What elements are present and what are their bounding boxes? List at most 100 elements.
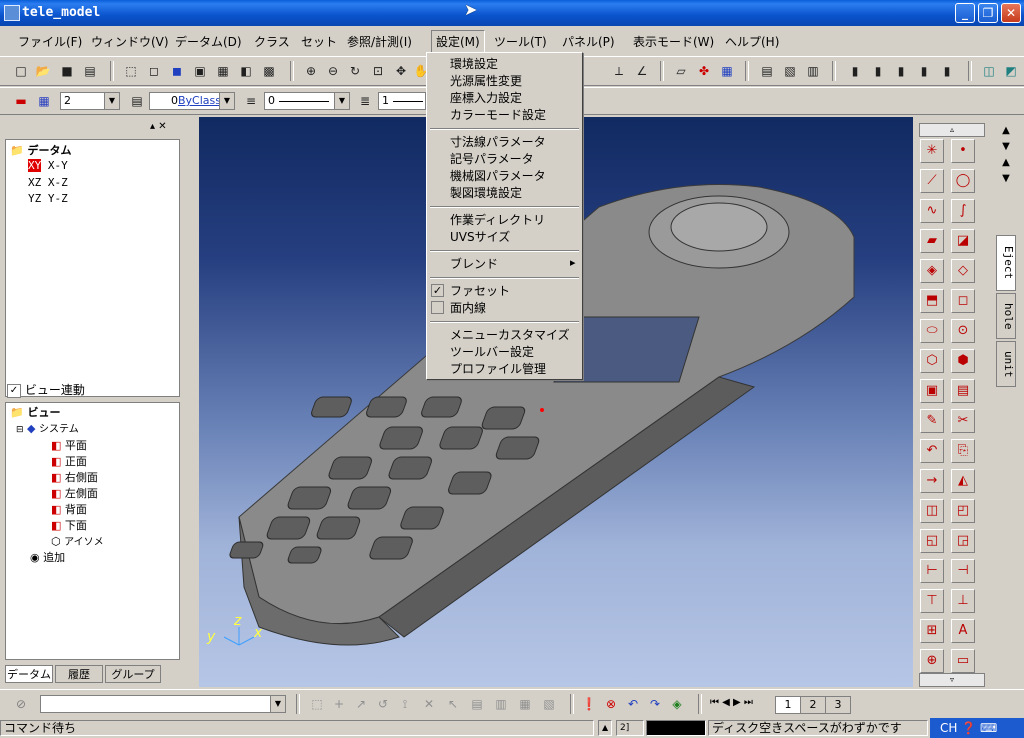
dim-4-icon[interactable]: ⊥: [951, 589, 975, 613]
hidden-cube-icon[interactable]: ▣: [191, 62, 209, 80]
menu-item-profile-manage[interactable]: プロファイル管理: [450, 360, 546, 377]
menu-item-coordinate-input[interactable]: 座標入力設定: [450, 89, 522, 106]
curve-icon[interactable]: ∿: [920, 199, 944, 223]
revolve-icon[interactable]: ⬒: [920, 289, 944, 313]
branch-icon[interactable]: ⟟: [396, 695, 414, 713]
doc-icon-2[interactable]: ▥: [492, 695, 510, 713]
view-item-iso[interactable]: ⬡ アイソメ: [51, 533, 104, 548]
cross-icon[interactable]: ✕: [420, 695, 438, 713]
rect-icon[interactable]: ▭: [951, 649, 975, 673]
side-tab-hole[interactable]: hole: [996, 293, 1016, 339]
palette-scroll-down[interactable]: ▿: [919, 673, 985, 687]
list-icon[interactable]: ▥: [804, 62, 822, 80]
menu-item-facet[interactable]: ファセット: [450, 282, 510, 299]
menu-item-uvs-size[interactable]: UVSサイズ: [450, 228, 510, 245]
view-item-front[interactable]: ◧ 正面: [51, 453, 87, 469]
keyboard-icon[interactable]: ⌨: [980, 721, 997, 735]
film-icon-2[interactable]: ▮: [869, 62, 887, 80]
zoom-in-icon[interactable]: ⊕: [302, 62, 320, 80]
page-tab-1[interactable]: 1: [775, 696, 801, 714]
save-icon[interactable]: ■: [58, 62, 76, 80]
cube-7-icon[interactable]: ◲: [951, 529, 975, 553]
datum-root[interactable]: 📁 データム: [10, 142, 72, 158]
menu-item-inner-line[interactable]: 面内線: [450, 299, 486, 316]
film-icon-5[interactable]: ▮: [938, 62, 956, 80]
menu-panel[interactable]: パネル(P): [562, 33, 615, 50]
menu-item-color-mode[interactable]: カラーモード設定: [450, 106, 546, 123]
copy-icon[interactable]: ⎘: [951, 439, 975, 463]
menu-tools[interactable]: ツール(T): [494, 33, 547, 50]
dim-5-icon[interactable]: ⊞: [920, 619, 944, 643]
polyline-icon[interactable]: ⟋: [920, 169, 944, 193]
page-tab-3[interactable]: 3: [825, 696, 851, 714]
menu-file[interactable]: ファイル(F): [18, 33, 82, 50]
minimize-button[interactable]: _: [955, 3, 975, 23]
cube-6-icon[interactable]: ◱: [920, 529, 944, 553]
menu-set[interactable]: セット: [301, 33, 337, 50]
tree-item-xz[interactable]: XZ X-Z: [28, 176, 68, 189]
box-icon[interactable]: ◻: [951, 289, 975, 313]
tree-item-yz[interactable]: YZ Y-Z: [28, 192, 68, 205]
undo-icon[interactable]: ↶: [920, 439, 944, 463]
class-select[interactable]: 0ByClass ▼: [149, 92, 235, 110]
redo-arc-icon[interactable]: ↺: [374, 695, 392, 713]
help-icon[interactable]: ❓: [961, 721, 976, 735]
render-cube-icon[interactable]: ▦: [214, 62, 232, 80]
menu-help[interactable]: ヘルプ(H): [725, 33, 779, 50]
book-open-icon[interactable]: ◩: [1002, 62, 1020, 80]
select-box-icon[interactable]: ⬚: [308, 695, 326, 713]
arc-icon[interactable]: ↗: [352, 695, 370, 713]
plane-icon[interactable]: ▱: [672, 62, 690, 80]
lineweight-icon[interactable]: ≣: [356, 92, 374, 110]
tab-group[interactable]: グループ: [105, 665, 161, 683]
film-icon-1[interactable]: ▮: [846, 62, 864, 80]
dim-3-icon[interactable]: ⊤: [920, 589, 944, 613]
undo-icon[interactable]: ↶: [624, 695, 642, 713]
dim-1-icon[interactable]: ⊢: [920, 559, 944, 583]
tree-item-xy[interactable]: XY X-Y: [28, 159, 68, 172]
menu-item-dimension-params[interactable]: 寸法線パラメータ: [450, 133, 546, 150]
stop-icon[interactable]: ⊘: [12, 695, 30, 713]
menu-datum[interactable]: データム(D): [175, 33, 242, 50]
inner-line-checkbox[interactable]: [431, 301, 444, 314]
grid-icon[interactable]: ▦: [718, 62, 736, 80]
page-tab-2[interactable]: 2: [800, 696, 826, 714]
close-button[interactable]: ✕: [1001, 3, 1021, 23]
film-icon-3[interactable]: ▮: [892, 62, 910, 80]
menu-item-work-directory[interactable]: 作業ディレクトリ: [450, 211, 545, 228]
view-item-right[interactable]: ◧ 右側面: [51, 469, 98, 485]
target-icon[interactable]: ⊕: [920, 649, 944, 673]
solid-cube-icon[interactable]: ◧: [237, 62, 255, 80]
restore-button[interactable]: ❐: [978, 3, 998, 23]
view-item-bottom[interactable]: ◧ 下面: [51, 517, 87, 533]
document-icon[interactable]: ▤: [951, 379, 975, 403]
menu-item-environment[interactable]: 環境設定: [450, 55, 498, 72]
view-tree[interactable]: 📁 ビュー ⊟ ◆ システム ◧ 平面 ◧ 正面 ◧ 右側面 ◧ 左側面 ◧ 背…: [5, 402, 180, 660]
info-icon[interactable]: ❗: [580, 695, 598, 713]
side-tab-unit[interactable]: unit: [996, 341, 1016, 387]
properties-icon[interactable]: ▧: [781, 62, 799, 80]
view-root[interactable]: 📁 ビュー: [10, 404, 61, 420]
table-icon[interactable]: ▤: [758, 62, 776, 80]
menu-item-symbol-params[interactable]: 記号パラメータ: [450, 150, 534, 167]
solid-2-icon[interactable]: ◇: [951, 259, 975, 283]
cube-2-icon[interactable]: ⬢: [951, 349, 975, 373]
page-nav-arrows[interactable]: ⏮ ◀ ▶ ⏭: [710, 697, 753, 708]
layer-icon[interactable]: ▤: [128, 92, 146, 110]
command-input[interactable]: ▼: [40, 695, 286, 713]
rotate-view-icon[interactable]: ↻: [346, 62, 364, 80]
cancel-icon[interactable]: ⊗: [602, 695, 620, 713]
arrow-bar-icon[interactable]: →: [920, 469, 944, 493]
add-point-icon[interactable]: +: [330, 695, 348, 713]
render-icon[interactable]: ◈: [668, 695, 686, 713]
cube-5-icon[interactable]: ◰: [951, 499, 975, 523]
doc-icon-1[interactable]: ▤: [468, 695, 486, 713]
menu-window[interactable]: ウィンドウ(V): [91, 33, 169, 50]
tab-datum[interactable]: データム: [5, 665, 53, 683]
doc-icon-4[interactable]: ▧: [540, 695, 558, 713]
angle-icon[interactable]: ∠: [633, 62, 651, 80]
menu-class[interactable]: クラス: [254, 33, 290, 50]
cone-icon[interactable]: ◭: [951, 469, 975, 493]
redo-icon[interactable]: ↷: [646, 695, 664, 713]
line-star-icon[interactable]: ✳: [920, 139, 944, 163]
